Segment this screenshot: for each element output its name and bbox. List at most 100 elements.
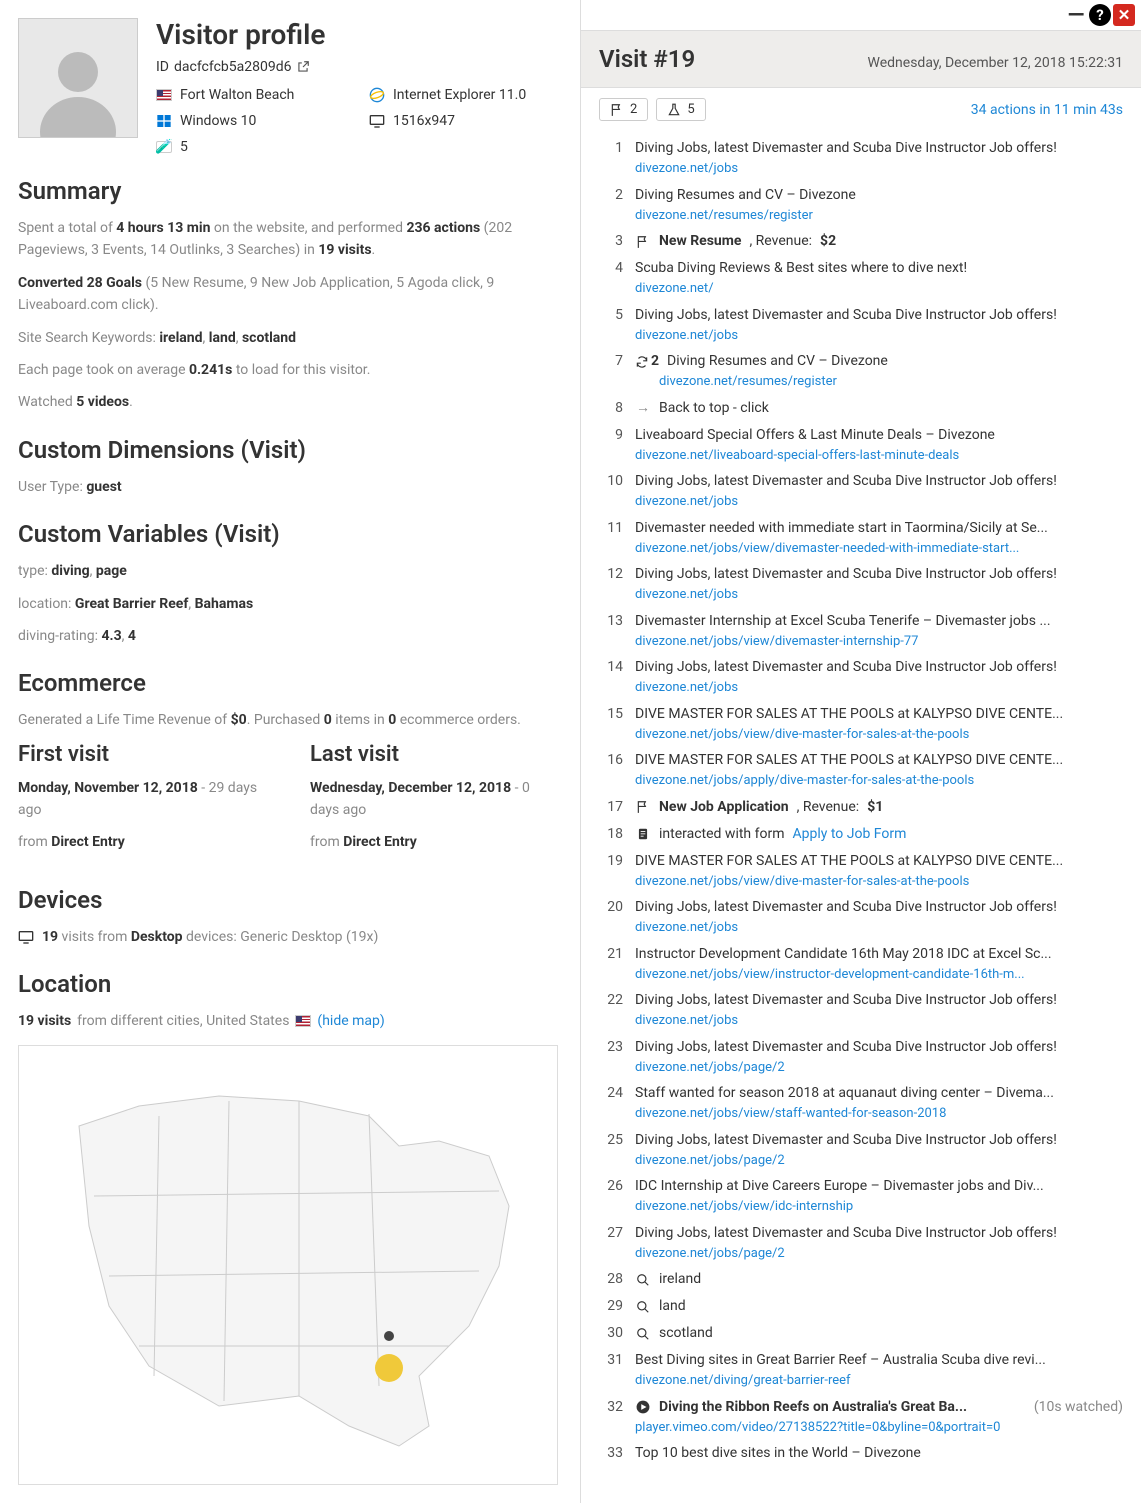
page-title: Visitor profile: [156, 18, 562, 51]
action-url[interactable]: divezone.net/jobs/view/idc-internship: [635, 1197, 1123, 1217]
action-row[interactable]: 5Diving Jobs, latest Divemaster and Scub…: [599, 302, 1123, 349]
action-row[interactable]: 9Liveaboard Special Offers & Last Minute…: [599, 422, 1123, 469]
action-row[interactable]: 16DIVE MASTER FOR SALES AT THE POOLS at …: [599, 747, 1123, 794]
close-button[interactable]: ✕: [1113, 4, 1135, 26]
action-row[interactable]: 31Best Diving sites in Great Barrier Ree…: [599, 1347, 1123, 1394]
action-row[interactable]: 20Diving Jobs, latest Divemaster and Scu…: [599, 894, 1123, 941]
action-url[interactable]: divezone.net/diving/great-barrier-reef: [635, 1371, 1123, 1391]
action-url[interactable]: divezone.net/: [635, 279, 1123, 299]
action-title: DIVE MASTER FOR SALES AT THE POOLS at KA…: [635, 851, 1123, 872]
action-number: 23: [599, 1037, 623, 1078]
action-row[interactable]: 15DIVE MASTER FOR SALES AT THE POOLS at …: [599, 701, 1123, 748]
action-number: 10: [599, 471, 623, 512]
action-row[interactable]: 4Scuba Diving Reviews & Best sites where…: [599, 255, 1123, 302]
action-number: 9: [599, 425, 623, 466]
action-url[interactable]: divezone.net/jobs/view/divemaster-intern…: [635, 632, 1123, 652]
action-number: 1: [599, 138, 623, 179]
action-row[interactable]: 12Diving Jobs, latest Divemaster and Scu…: [599, 561, 1123, 608]
action-number: 3: [599, 231, 623, 252]
summary-heading: Summary: [18, 177, 562, 205]
search-icon: [635, 1272, 651, 1288]
action-row[interactable]: 18interacted with form Apply to Job Form: [599, 821, 1123, 848]
action-row[interactable]: 19DIVE MASTER FOR SALES AT THE POOLS at …: [599, 848, 1123, 895]
action-url[interactable]: divezone.net/jobs/view/divemaster-needed…: [635, 539, 1123, 559]
browser-meta: Internet Explorer 11.0: [369, 87, 562, 103]
action-url[interactable]: divezone.net/jobs: [635, 326, 1123, 346]
action-row[interactable]: 30scotland: [599, 1320, 1123, 1347]
action-row[interactable]: 21Instructor Development Candidate 16th …: [599, 941, 1123, 988]
action-row[interactable]: 8→Back to top - click: [599, 395, 1123, 422]
action-row[interactable]: 22Diving Jobs, latest Divemaster and Scu…: [599, 987, 1123, 1034]
action-url[interactable]: divezone.net/jobs: [635, 585, 1123, 605]
action-url[interactable]: divezone.net/jobs/view/staff-wanted-for-…: [635, 1104, 1123, 1124]
action-row[interactable]: 1 Diving Jobs, latest Divemaster and Scub…: [599, 135, 1123, 182]
action-row[interactable]: 10Diving Jobs, latest Divemaster and Scu…: [599, 468, 1123, 515]
action-url[interactable]: divezone.net/jobs/view/dive-master-for-s…: [635, 725, 1123, 745]
action-number: 22: [599, 990, 623, 1031]
action-url[interactable]: divezone.net/jobs: [635, 492, 1123, 512]
hide-map-link[interactable]: (hide map): [317, 1010, 384, 1032]
action-row[interactable]: 72Diving Resumes and CV – Divezonedivezo…: [599, 348, 1123, 395]
action-row[interactable]: 14Diving Jobs, latest Divemaster and Scu…: [599, 654, 1123, 701]
action-title: Staff wanted for season 2018 at aquanaut…: [635, 1083, 1123, 1104]
action-title: Divemaster Internship at Excel Scuba Ten…: [635, 611, 1123, 632]
action-title: Diving Jobs, latest Divemaster and Scuba…: [635, 138, 1123, 159]
action-row[interactable]: 28 ireland: [599, 1266, 1123, 1293]
export-icon[interactable]: [296, 60, 310, 74]
action-url[interactable]: divezone.net/jobs: [635, 1011, 1123, 1031]
minimize-button[interactable]: —: [1065, 4, 1087, 26]
action-row[interactable]: 11Divemaster needed with immediate start…: [599, 515, 1123, 562]
action-url[interactable]: divezone.net/resumes/register: [635, 206, 1123, 226]
action-title: Divemaster needed with immediate start i…: [635, 518, 1123, 539]
media-title: Diving the Ribbon Reefs on Australia's G…: [659, 1397, 1026, 1418]
search-term: ireland: [659, 1269, 701, 1290]
action-number: 31: [599, 1350, 623, 1391]
action-row[interactable]: 29land: [599, 1293, 1123, 1320]
action-row[interactable]: 27Diving Jobs, latest Divemaster and Scu…: [599, 1220, 1123, 1267]
action-url[interactable]: player.vimeo.com/video/27138522?title=0&…: [635, 1418, 1123, 1438]
location-meta: Fort Walton Beach: [156, 87, 349, 103]
action-url[interactable]: divezone.net/liveaboard-special-offers-l…: [635, 446, 1123, 466]
action-number: 25: [599, 1130, 623, 1171]
action-number: 28: [599, 1269, 623, 1290]
goal-revenue: $2: [820, 231, 836, 252]
help-button[interactable]: ?: [1089, 4, 1111, 26]
action-url[interactable]: divezone.net/jobs: [635, 159, 1123, 179]
flag-icon: [635, 799, 651, 815]
action-row[interactable]: 17New Job Application , Revenue: $1: [599, 794, 1123, 821]
goals-badge[interactable]: 2: [599, 98, 648, 121]
action-url[interactable]: divezone.net/resumes/register: [659, 372, 1123, 392]
action-url[interactable]: divezone.net/jobs/apply/dive-master-for-…: [635, 771, 1123, 791]
windows-icon: [156, 115, 172, 127]
action-number: 17: [599, 797, 623, 818]
action-title: DIVE MASTER FOR SALES AT THE POOLS at KA…: [635, 704, 1123, 725]
search-term: scotland: [659, 1323, 713, 1344]
action-url[interactable]: divezone.net/jobs: [635, 678, 1123, 698]
action-url[interactable]: divezone.net/jobs/view/instructor-develo…: [635, 965, 1123, 985]
ie-icon: [369, 89, 385, 101]
action-row[interactable]: 25Diving Jobs, latest Divemaster and Scu…: [599, 1127, 1123, 1174]
action-url[interactable]: divezone.net/jobs/page/2: [635, 1244, 1123, 1264]
location-map[interactable]: [18, 1045, 558, 1485]
action-url[interactable]: divezone.net/jobs: [635, 918, 1123, 938]
flask-badge[interactable]: 5: [656, 98, 705, 121]
action-url[interactable]: divezone.net/jobs/page/2: [635, 1058, 1123, 1078]
flag-icon: [610, 103, 624, 117]
search-term: land: [659, 1296, 686, 1317]
action-url[interactable]: divezone.net/jobs/page/2: [635, 1151, 1123, 1171]
action-number: 20: [599, 897, 623, 938]
action-row[interactable]: 24Staff wanted for season 2018 at aquana…: [599, 1080, 1123, 1127]
form-link[interactable]: Apply to Job Form: [793, 824, 907, 845]
action-row[interactable]: 26IDC Internship at Dive Careers Europe …: [599, 1173, 1123, 1220]
action-row[interactable]: 13Divemaster Internship at Excel Scuba T…: [599, 608, 1123, 655]
action-row[interactable]: 33Top 10 best dive sites in the World – …: [599, 1440, 1123, 1467]
search-icon: [635, 1326, 651, 1342]
action-row[interactable]: 32Diving the Ribbon Reefs on Australia's…: [599, 1394, 1123, 1441]
action-title: Diving Jobs, latest Divemaster and Scuba…: [635, 1223, 1123, 1244]
desktop-icon: [18, 929, 34, 945]
action-row[interactable]: 2Diving Resumes and CV – Divezonedivezon…: [599, 182, 1123, 229]
action-row[interactable]: 23Diving Jobs, latest Divemaster and Scu…: [599, 1034, 1123, 1081]
actions-summary[interactable]: 34 actions in 11 min 43s: [971, 102, 1123, 118]
action-url[interactable]: divezone.net/jobs/view/dive-master-for-s…: [635, 872, 1123, 892]
action-row[interactable]: 3New Resume , Revenue: $2: [599, 228, 1123, 255]
